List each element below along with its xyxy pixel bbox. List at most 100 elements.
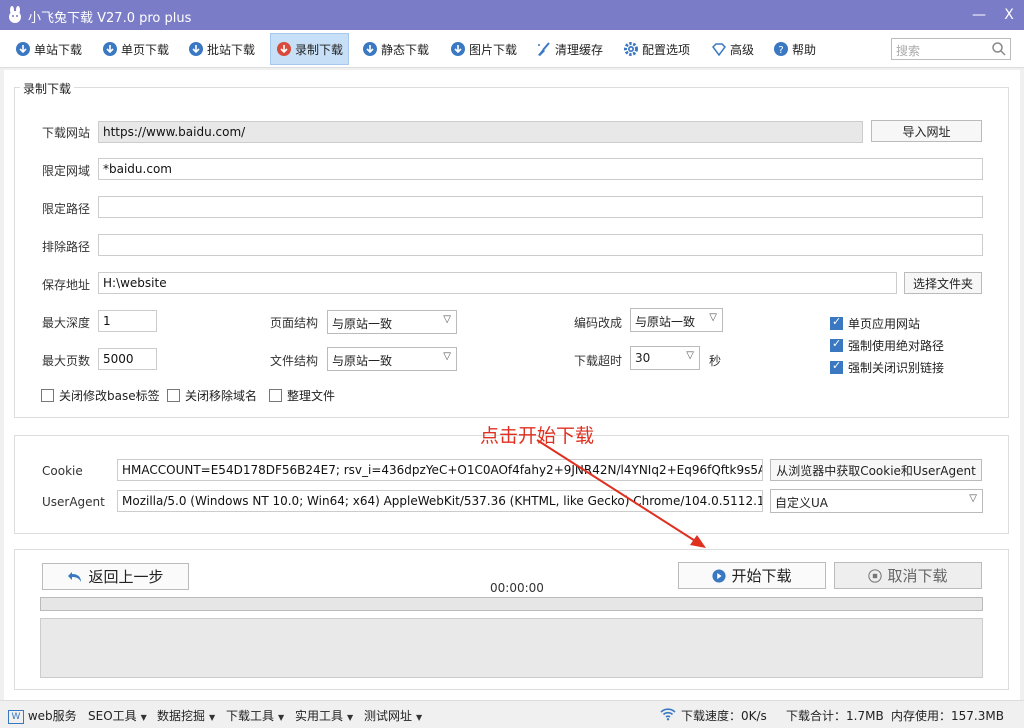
tab-label: 图片下载 [469,42,518,57]
menu-label: 实用工具 [295,709,344,723]
utilities-menu[interactable]: 实用工具 ▼ [295,707,353,724]
tab-batch-site[interactable]: 批站下载 [183,33,260,65]
timeout-label: 下载超时 [574,354,623,368]
cancel-download-button[interactable]: 取消下载 [834,562,982,589]
choose-folder-button[interactable]: 选择文件夹 [904,272,982,294]
test-url-menu[interactable]: 测试网址 ▼ [364,707,422,724]
checkbox-spa[interactable]: 单页应用网站 [830,315,920,332]
search-input[interactable]: 搜索 [891,38,1011,60]
tab-single-site[interactable]: 单站下载 [10,33,87,65]
close-button[interactable]: X [999,5,1019,25]
start-download-button[interactable]: 开始下载 [678,562,826,589]
tab-label: 清理缓存 [555,42,604,57]
pages-label: 最大页数 [42,354,91,368]
download-speed: 下载速度：0K/s [681,709,767,723]
page-structure-select[interactable]: 与原站一致 ▽ [327,310,457,334]
checkbox-checked-icon [830,337,843,352]
import-url-button[interactable]: 导入网址 [871,120,982,142]
get-cookie-ua-button[interactable]: 从浏览器中获取Cookie和UserAgent [770,459,982,481]
tab-clear-cache[interactable]: 清理缓存 [531,33,608,65]
title-bar: 小飞兔下载 V27.0 pro plus — X [0,0,1024,30]
checkbox-checked-icon [830,359,843,374]
checkbox-unchecked-icon [269,389,282,402]
menu-label: 测试网址 [364,709,413,723]
timeout-select[interactable]: 30 ▽ [630,346,700,370]
elapsed-timer: 00:00:00 [490,581,544,595]
status-bar: W web服务 SEO工具 ▼ 数据挖掘 ▼ 下载工具 ▼ 实用工具 ▼ 测试网址 ▼ 下… [0,700,1024,728]
menu-label: 下载工具 [226,709,275,723]
select-value: 与原站一致 [635,315,696,329]
save-path-field[interactable]: H:\website [98,272,897,294]
menu-label: SEO工具 [88,709,137,723]
group-title: 录制下载 [20,80,75,97]
cancel-label: 取消下载 [887,567,948,585]
ua-select[interactable]: 自定义UA ▽ [770,489,983,513]
tab-single-page[interactable]: 单页下载 [97,33,174,65]
encoding-select[interactable]: 与原站一致 ▽ [630,308,723,332]
cookie-label: Cookie [42,464,83,478]
cookie-field[interactable]: HMACCOUNT=E54D178DF56B24E7; rsv_i=436dpz… [117,459,763,481]
help-icon: ? [774,42,788,56]
caret-down-icon: ▼ [416,713,423,722]
caret-down-icon: ▼ [347,713,354,722]
cloud-download-icon [277,42,291,56]
tab-static-download[interactable]: 静态下载 [357,33,434,65]
tab-label: 帮助 [792,42,817,57]
tab-label: 高级 [730,42,755,57]
tab-config[interactable]: 配置选项 [618,33,695,65]
timeout-unit: 秒 [709,354,722,368]
select-value: 与原站一致 [332,317,393,331]
data-mining-menu[interactable]: 数据挖掘 ▼ [157,707,215,724]
checkbox-disable-domain-remove[interactable]: 关闭移除域名 [167,387,257,404]
tab-label: 单站下载 [34,42,83,57]
file-structure-select[interactable]: 与原站一致 ▽ [327,347,457,371]
url-field[interactable]: https://www.baidu.com/ [98,121,863,143]
checkbox-disable-base[interactable]: 关闭修改base标签 [41,387,160,404]
tab-image-download[interactable]: 图片下载 [445,33,522,65]
svg-text:?: ? [778,45,783,56]
memory-usage: 内存使用：157.3MB [891,709,1004,723]
menu-label: 数据挖掘 [157,709,206,723]
tab-help[interactable]: ? 帮助 [768,33,821,65]
stop-icon [868,568,883,583]
download-icon [16,42,30,56]
chevron-down-icon: ▽ [686,350,694,361]
minimize-button[interactable]: — [969,5,989,25]
checkbox-label: 关闭移除域名 [185,389,258,403]
domain-label: 限定网域 [42,164,91,178]
broom-icon [538,42,550,56]
caret-down-icon: ▼ [209,713,216,722]
web-service-menu[interactable]: W web服务 [8,707,77,724]
checkbox-label: 关闭修改base标签 [59,389,160,403]
tab-label: 静态下载 [381,42,430,57]
encoding-label: 编码改成 [574,316,623,330]
checkbox-absolute-path[interactable]: 强制使用绝对路径 [830,337,944,354]
rabbit-logo-icon [9,6,21,23]
search-icon [992,42,1006,56]
chevron-down-icon: ▽ [443,314,451,325]
exclude-field[interactable] [98,234,983,256]
annotation-text: 点击开始下载 [480,425,595,447]
checkbox-close-link-detect[interactable]: 强制关闭识别链接 [830,359,944,376]
tab-record-download[interactable]: 录制下载 [270,33,350,65]
back-button[interactable]: 返回上一步 [42,563,189,590]
toolbar: 单站下载 单页下载 批站下载 录制下载 静态下载 图片下载 清理缓存 配置选项 … [0,30,1024,68]
domain-field[interactable]: *baidu.com [98,158,983,180]
path-field[interactable] [98,196,983,218]
page-structure-label: 页面结构 [270,316,319,330]
checkbox-label: 强制使用绝对路径 [848,339,945,353]
useragent-field[interactable]: Mozilla/5.0 (Windows NT 10.0; Win64; x64… [117,490,763,512]
tab-advanced[interactable]: 高级 [706,33,759,65]
diamond-icon [712,43,726,57]
download-tools-menu[interactable]: 下载工具 ▼ [226,707,284,724]
start-label: 开始下载 [731,567,792,585]
save-label: 保存地址 [42,278,91,292]
pages-field[interactable]: 5000 [98,348,157,370]
tab-label: 单页下载 [121,42,170,57]
checkbox-organize-files[interactable]: 整理文件 [269,387,335,404]
depth-field[interactable]: 1 [98,310,157,332]
checkbox-label: 整理文件 [287,389,336,403]
seo-tools-menu[interactable]: SEO工具 ▼ [88,707,147,724]
wifi-icon [660,708,676,721]
gear-icon [624,42,638,56]
